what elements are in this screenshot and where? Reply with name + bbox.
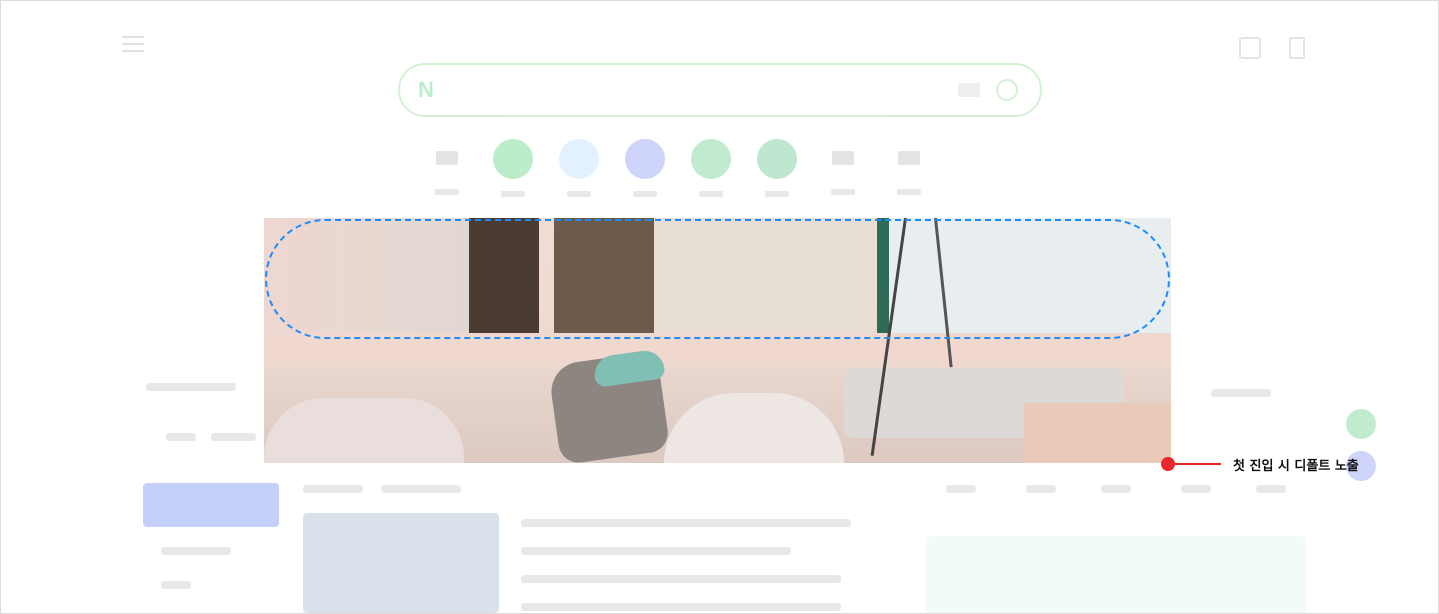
shortcut-item[interactable] — [817, 139, 869, 209]
list-item — [166, 433, 196, 441]
widget-tab[interactable] — [1181, 485, 1211, 493]
annotation-text: 첫 진입 시 디폴트 노출 — [1233, 458, 1359, 474]
widget-tab[interactable] — [1026, 485, 1056, 493]
wallet-icon[interactable] — [1239, 37, 1261, 59]
cafe-icon — [559, 139, 599, 179]
shortcut-item[interactable] — [751, 139, 803, 209]
shortcut-item[interactable] — [421, 139, 473, 209]
news-heading — [303, 485, 363, 493]
news-thumbnail[interactable] — [303, 513, 499, 613]
list-item — [211, 433, 256, 441]
pay-icon — [757, 139, 797, 179]
list-item — [146, 383, 236, 391]
keyboard-icon[interactable] — [958, 83, 980, 97]
selected-tab[interactable] — [143, 483, 279, 527]
news-line[interactable] — [521, 575, 841, 583]
widget-tab[interactable] — [1101, 485, 1131, 493]
news-tab — [381, 485, 461, 493]
blog-icon — [625, 139, 665, 179]
shortcut-item[interactable] — [487, 139, 539, 209]
list-item — [161, 547, 231, 555]
annotation-line — [1175, 463, 1221, 465]
shortcut-icon — [436, 151, 458, 165]
widget-tab[interactable] — [946, 485, 976, 493]
annotation-callout: 첫 진입 시 디폴트 노출 — [1161, 453, 1359, 475]
news-line[interactable] — [521, 603, 841, 611]
shortcut-item[interactable] — [553, 139, 605, 209]
shortcut-item[interactable] — [619, 139, 671, 209]
shopping-icon — [691, 139, 731, 179]
more-icon — [898, 151, 920, 165]
widget-label — [1211, 389, 1271, 397]
menu-icon[interactable] — [111, 31, 155, 65]
news-line[interactable] — [521, 547, 791, 555]
annotation-dot — [1161, 457, 1175, 471]
list-item — [161, 581, 191, 589]
service-shortcuts — [421, 139, 981, 209]
search-icon[interactable] — [996, 79, 1018, 101]
notification-icon[interactable] — [1289, 37, 1305, 59]
mail-icon — [493, 139, 533, 179]
shortcut-item[interactable] — [883, 139, 935, 209]
widget-panel — [926, 536, 1306, 613]
tv-icon — [832, 151, 854, 165]
shortcut-item[interactable] — [685, 139, 737, 209]
screenshot-frame: N 첫 진입 시 디폴트 노출 — [0, 0, 1439, 614]
search-bar[interactable]: N — [398, 63, 1042, 117]
widget-green-icon[interactable] — [1346, 409, 1376, 439]
widget-tab[interactable] — [1256, 485, 1286, 493]
news-line[interactable] — [521, 519, 851, 527]
naver-logo: N — [418, 77, 434, 102]
default-exposure-highlight — [265, 219, 1170, 339]
